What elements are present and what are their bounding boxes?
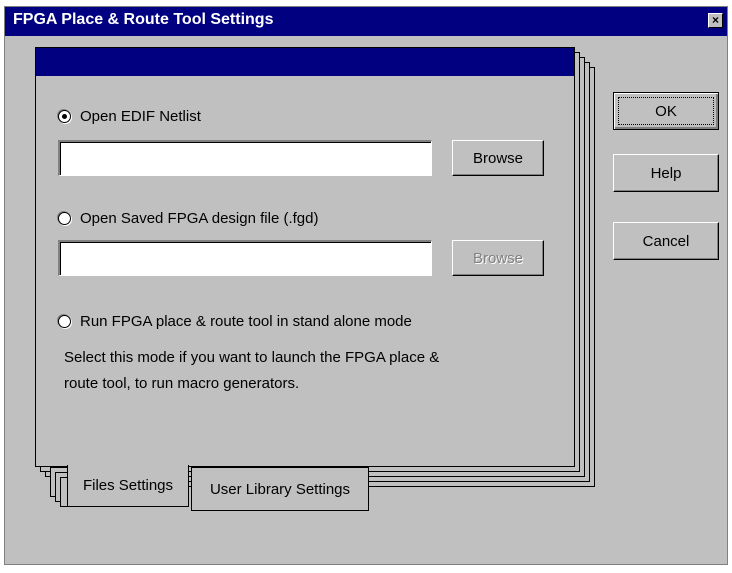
window-title: FPGA Place & Route Tool Settings	[13, 11, 274, 28]
fgd-label: Open Saved FPGA design file (.fgd)	[80, 210, 319, 227]
standalone-description-line-1: Select this mode if you want to launch t…	[64, 349, 440, 366]
browse-fgd-button: Browse	[452, 240, 544, 276]
help-label: Help	[650, 164, 682, 182]
ok-button[interactable]: OK	[613, 92, 719, 130]
standalone-label: Run FPGA place & route tool in stand alo…	[80, 313, 412, 330]
fgd-path-input[interactable]	[58, 240, 432, 276]
tab-user-library-settings[interactable]: User Library Settings	[191, 467, 369, 511]
tab-files-settings-label: Files Settings	[82, 477, 174, 494]
standalone-description: Select this mode if you want to launch t…	[64, 345, 439, 397]
title-bar[interactable]: FPGA Place & Route Tool Settings ×	[5, 7, 727, 36]
standalone-radio[interactable]	[58, 315, 71, 328]
files-settings-panel: Open EDIF Netlist Browse Open Saved FPGA…	[35, 47, 575, 467]
edif-radio[interactable]	[58, 110, 71, 123]
fgd-radio[interactable]	[58, 212, 71, 225]
close-button[interactable]: ×	[708, 13, 723, 28]
option-edif-netlist[interactable]: Open EDIF Netlist	[58, 108, 201, 125]
tab-files-settings[interactable]: Files Settings	[67, 465, 189, 507]
option-standalone[interactable]: Run FPGA place & route tool in stand alo…	[58, 313, 412, 330]
browse-edif-button[interactable]: Browse	[452, 140, 544, 176]
ok-focus-ring	[618, 97, 714, 125]
close-icon: ×	[711, 13, 719, 27]
browse-edif-label: Browse	[472, 149, 524, 167]
settings-dialog: FPGA Place & Route Tool Settings × Open …	[4, 6, 728, 565]
option-fgd-file[interactable]: Open Saved FPGA design file (.fgd)	[58, 210, 318, 227]
cancel-label: Cancel	[642, 232, 690, 250]
panel-header	[36, 48, 574, 76]
edif-label: Open EDIF Netlist	[80, 108, 201, 125]
edif-path-input[interactable]	[58, 140, 432, 176]
cancel-button[interactable]: Cancel	[613, 222, 719, 260]
standalone-description-line-2: route tool, to run macro generators.	[64, 375, 300, 392]
browse-fgd-label: Browse	[472, 249, 524, 267]
tab-user-library-settings-label: User Library Settings	[209, 480, 351, 498]
help-button[interactable]: Help	[613, 154, 719, 192]
